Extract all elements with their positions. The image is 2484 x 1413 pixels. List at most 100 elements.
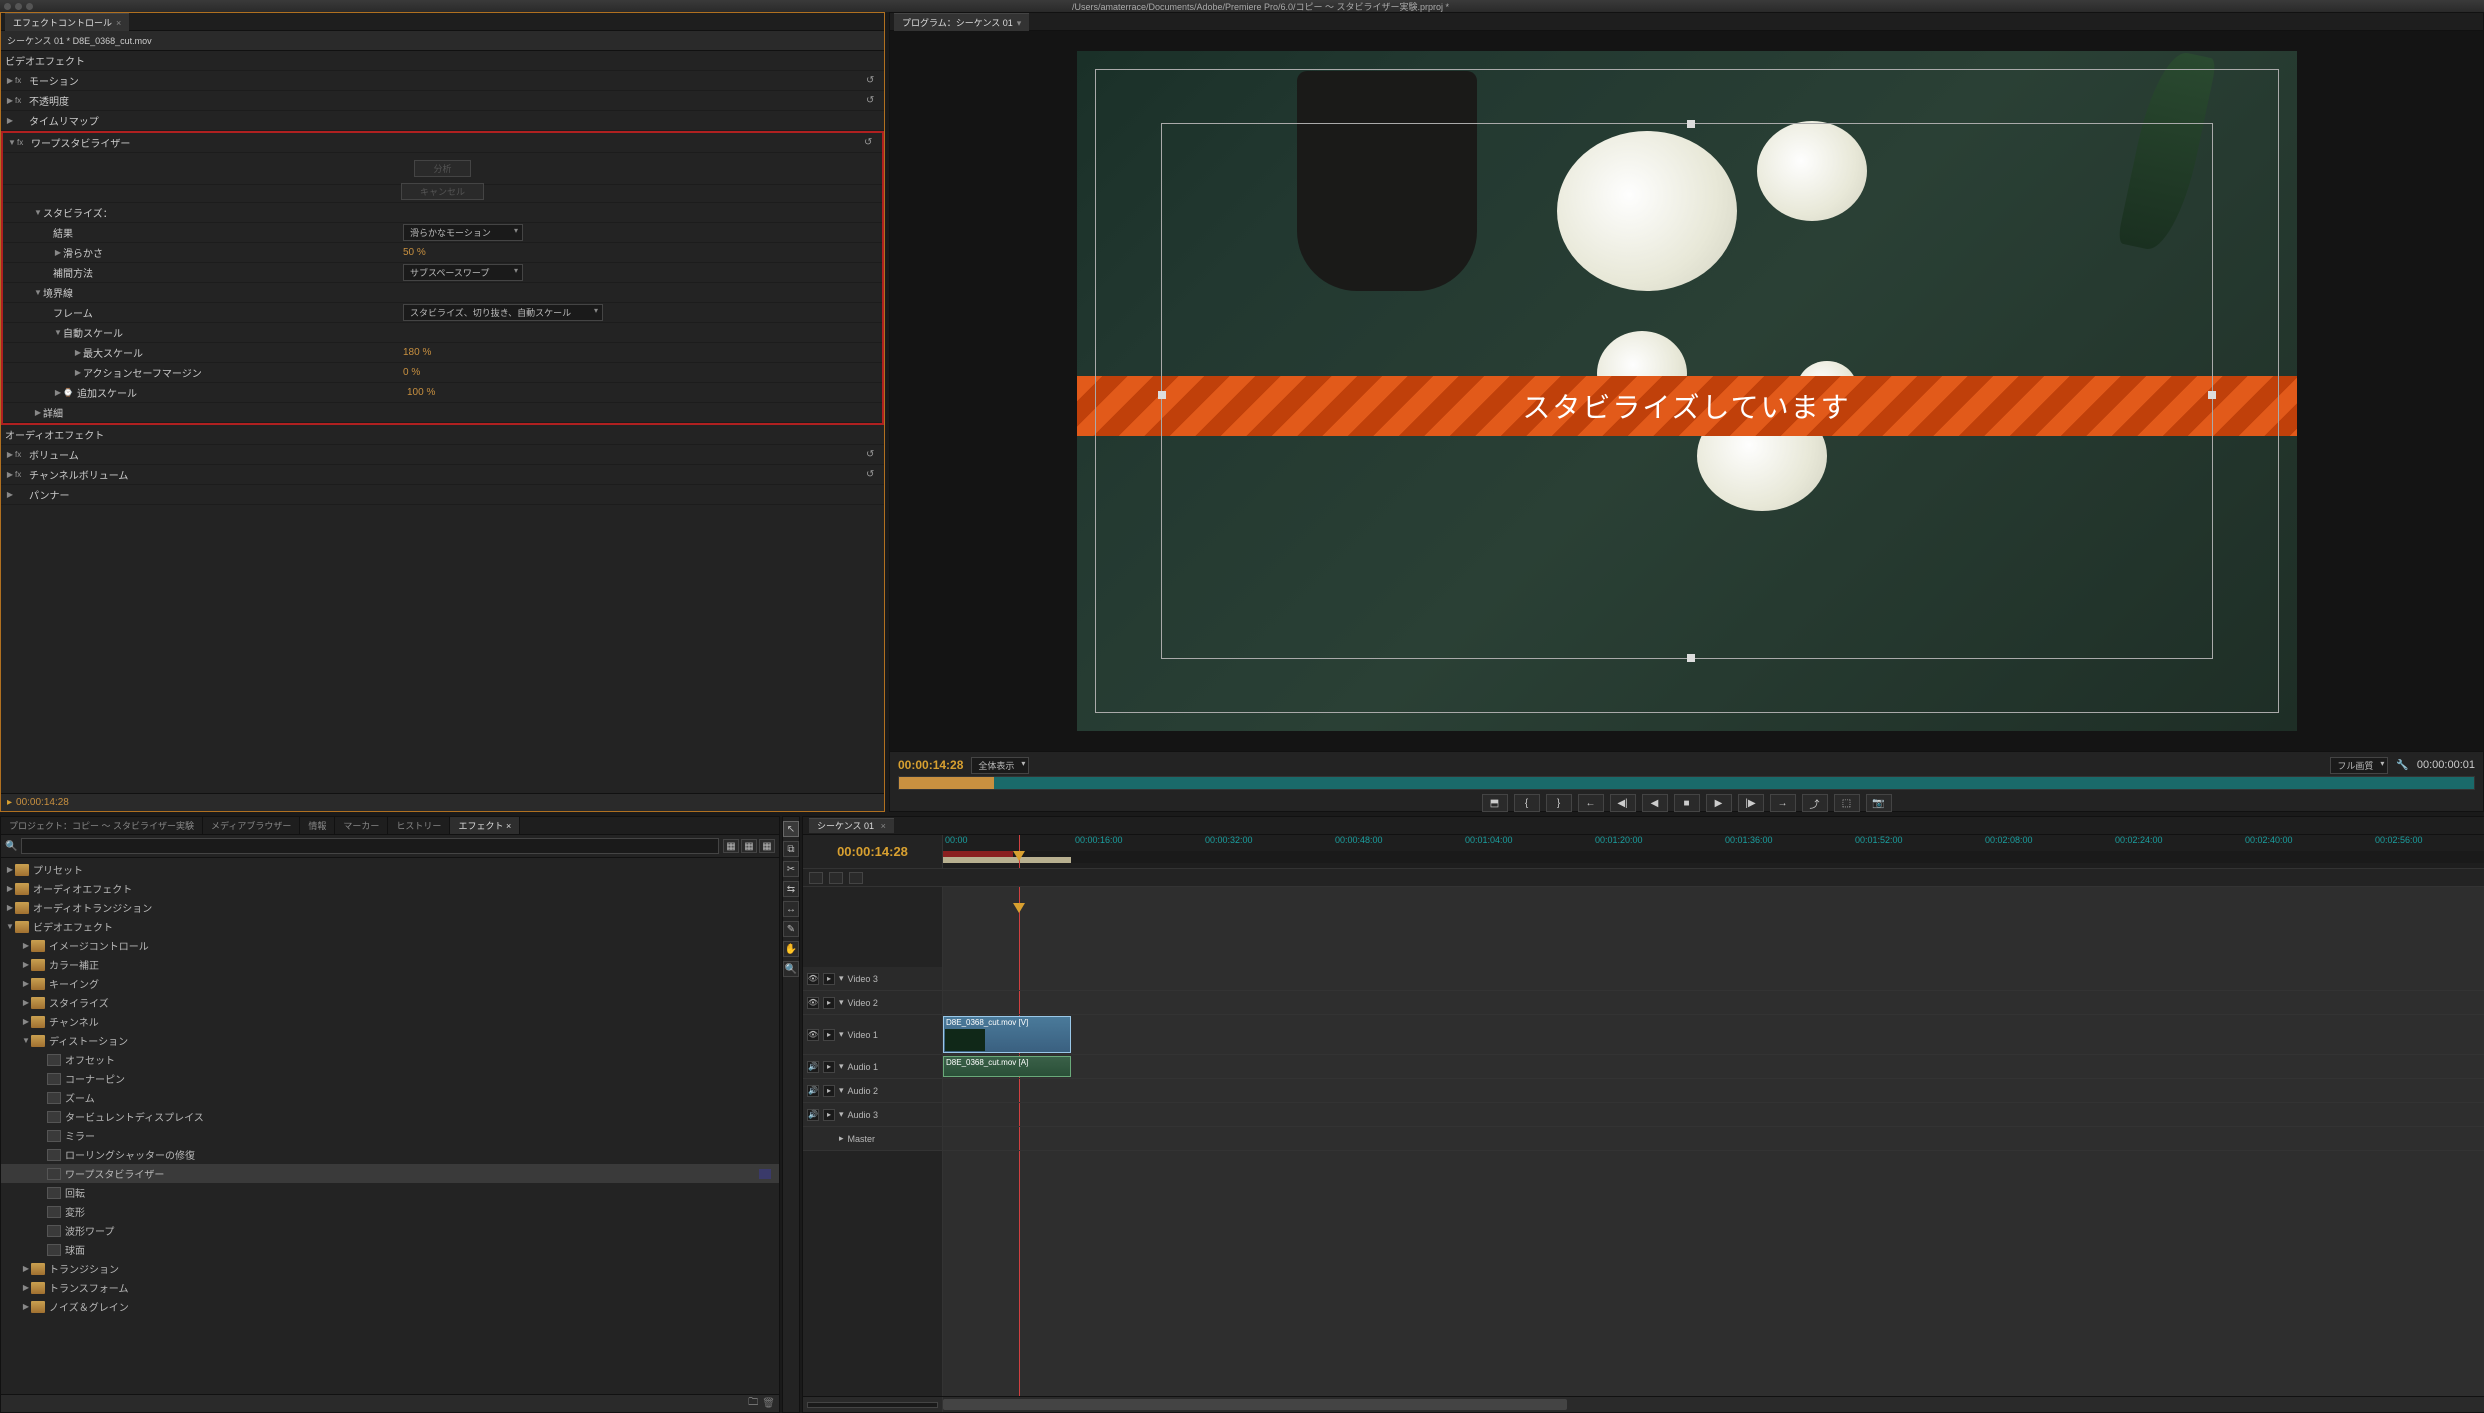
reset-icon[interactable]: ↺ bbox=[866, 449, 880, 460]
section-video-effects[interactable]: ビデオエフェクト bbox=[1, 51, 884, 71]
folder-トランスフォーム[interactable]: ▶トランスフォーム bbox=[1, 1278, 779, 1297]
step-back-button[interactable]: ◀| bbox=[1610, 794, 1636, 812]
effect-変形[interactable]: 変形 bbox=[1, 1202, 779, 1221]
track-header-master[interactable]: ▸Master bbox=[803, 1127, 942, 1151]
prop-volume[interactable]: ▶fxボリューム↺ bbox=[1, 445, 884, 465]
slip-tool[interactable]: ⇆ bbox=[783, 881, 799, 897]
tab-project[interactable]: プロジェクト：コピー 〜 スタビライザー実験 bbox=[1, 817, 203, 834]
effect-球面[interactable]: 球面 bbox=[1, 1240, 779, 1259]
effect-回転[interactable]: 回転 bbox=[1, 1183, 779, 1202]
prop-channel-volume[interactable]: ▶fxチャンネルボリューム↺ bbox=[1, 465, 884, 485]
program-scrubber[interactable] bbox=[898, 776, 2475, 790]
zoom-dropdown[interactable]: 全体表示 bbox=[971, 757, 1029, 774]
close-icon[interactable]: × bbox=[116, 18, 121, 28]
folder-オーディオトランジション[interactable]: ▶オーディオトランジション bbox=[1, 898, 779, 917]
group-detail[interactable]: ▶詳細 bbox=[3, 403, 882, 423]
trash-icon[interactable]: 🗑 bbox=[762, 1398, 775, 1409]
selection-tool[interactable]: ↖ bbox=[783, 821, 799, 837]
track-header-v2[interactable]: 👁▸▾Video 2 bbox=[803, 991, 942, 1015]
method-dropdown[interactable]: サブスペースワープ bbox=[403, 264, 523, 281]
prop-safe-margin[interactable]: ▶アクションセーフマージン0 % bbox=[3, 363, 882, 383]
folder-キーイング[interactable]: ▶キーイング bbox=[1, 974, 779, 993]
prop-warp-stabilizer[interactable]: ▼fxワープスタビライザー↺ bbox=[3, 133, 882, 153]
fx-type-icon[interactable]: ▦ bbox=[723, 839, 739, 853]
out-point-button[interactable]: } bbox=[1546, 794, 1572, 812]
hand-tool[interactable]: ✋ bbox=[783, 941, 799, 957]
extract-button[interactable]: ⬚ bbox=[1834, 794, 1860, 812]
prop-frame[interactable]: フレームスタビライズ、切り抜き、自動スケール bbox=[3, 303, 882, 323]
zoom-slider[interactable] bbox=[807, 1402, 938, 1408]
effect-オフセット[interactable]: オフセット bbox=[1, 1050, 779, 1069]
tab-media-browser[interactable]: メディアブラウザー bbox=[203, 817, 300, 834]
effect-ミラー[interactable]: ミラー bbox=[1, 1126, 779, 1145]
effects-search-input[interactable] bbox=[21, 838, 719, 854]
goto-in-button[interactable]: ← bbox=[1578, 794, 1604, 812]
effect-波形ワープ[interactable]: 波形ワープ bbox=[1, 1221, 779, 1240]
prop-panner[interactable]: ▶ パンナー bbox=[1, 485, 884, 505]
track-select-tool[interactable]: ⧉ bbox=[783, 841, 799, 857]
folder-プリセット[interactable]: ▶プリセット bbox=[1, 860, 779, 879]
track-a1[interactable]: D8E_0368_cut.mov [A] bbox=[943, 1055, 2484, 1079]
track-a2[interactable] bbox=[943, 1079, 2484, 1103]
effect-ローリングシャッターの修復[interactable]: ローリングシャッターの修復 bbox=[1, 1145, 779, 1164]
prop-add-scale[interactable]: ▶⌚追加スケール100 % bbox=[3, 383, 882, 403]
effect-ズーム[interactable]: ズーム bbox=[1, 1088, 779, 1107]
horizontal-scrollbar[interactable] bbox=[943, 1399, 1567, 1410]
settings-icon[interactable] bbox=[849, 872, 863, 884]
goto-out-button[interactable]: → bbox=[1770, 794, 1796, 812]
stop-button[interactable]: ■ bbox=[1674, 794, 1700, 812]
yuv-icon[interactable]: ▦ bbox=[741, 839, 757, 853]
marker-add-button[interactable]: ⬒ bbox=[1482, 794, 1508, 812]
effect-ワープスタビライザー[interactable]: ワープスタビライザー bbox=[1, 1164, 779, 1183]
group-border[interactable]: ▼境界線 bbox=[3, 283, 882, 303]
group-stabilize[interactable]: ▼スタビライズ： bbox=[3, 203, 882, 223]
timeline-content[interactable]: D8E_0368_cut.mov [V] D8E_0368_cut.mov [A… bbox=[943, 887, 2484, 1396]
frame-dropdown[interactable]: スタビライズ、切り抜き、自動スケール bbox=[403, 304, 603, 321]
prop-result[interactable]: 結果滑らかなモーション bbox=[3, 223, 882, 243]
tab-program[interactable]: プログラム：シーケンス 01▾ bbox=[894, 13, 1029, 31]
track-master[interactable] bbox=[943, 1127, 2484, 1151]
prop-method[interactable]: 補間方法サブスペースワープ bbox=[3, 263, 882, 283]
razor-tool[interactable]: ✂ bbox=[783, 861, 799, 877]
folder-カラー補正[interactable]: ▶カラー補正 bbox=[1, 955, 779, 974]
tab-effect-controls[interactable]: エフェクトコントロール× bbox=[5, 13, 129, 31]
timeline-ruler[interactable]: 00:0000:00:16:0000:00:32:0000:00:48:0000… bbox=[943, 835, 2484, 868]
play-button[interactable]: ▶ bbox=[1706, 794, 1732, 812]
audio-clip[interactable]: D8E_0368_cut.mov [A] bbox=[943, 1056, 1071, 1077]
folder-オーディオエフェクト[interactable]: ▶オーディオエフェクト bbox=[1, 879, 779, 898]
new-bin-icon[interactable]: 🗀 bbox=[748, 1395, 758, 1412]
play-reverse-button[interactable]: ◀ bbox=[1642, 794, 1668, 812]
folder-イメージコントロール[interactable]: ▶イメージコントロール bbox=[1, 936, 779, 955]
tab-info[interactable]: 情報 bbox=[300, 817, 335, 834]
folder-トランジション[interactable]: ▶トランジション bbox=[1, 1259, 779, 1278]
folder-ビデオエフェクト[interactable]: ▼ビデオエフェクト bbox=[1, 917, 779, 936]
track-header-a1[interactable]: 🔊▸▾Audio 1 bbox=[803, 1055, 942, 1079]
export-frame-button[interactable]: 📷 bbox=[1866, 794, 1892, 812]
reset-icon[interactable]: ↺ bbox=[866, 75, 880, 86]
track-header-a2[interactable]: 🔊▸▾Audio 2 bbox=[803, 1079, 942, 1103]
prop-motion[interactable]: ▶fxモーション↺ bbox=[1, 71, 884, 91]
effect-タービュレントディスプレイス[interactable]: タービュレントディスプレイス bbox=[1, 1107, 779, 1126]
32bit-icon[interactable]: ▦ bbox=[759, 839, 775, 853]
track-v1[interactable]: D8E_0368_cut.mov [V] bbox=[943, 1015, 2484, 1055]
pen-tool[interactable]: ✎ bbox=[783, 921, 799, 937]
marker-icon[interactable] bbox=[829, 872, 843, 884]
prop-smoothness[interactable]: ▶滑らかさ50 % bbox=[3, 243, 882, 263]
in-point-button[interactable]: { bbox=[1514, 794, 1540, 812]
snap-icon[interactable] bbox=[809, 872, 823, 884]
program-viewer[interactable]: スタビライズしています bbox=[890, 31, 2483, 751]
tab-history[interactable]: ヒストリー bbox=[388, 817, 450, 834]
track-a3[interactable] bbox=[943, 1103, 2484, 1127]
track-v3[interactable] bbox=[943, 967, 2484, 991]
wrench-icon[interactable]: 🔧 bbox=[2396, 760, 2408, 771]
work-area-bar[interactable] bbox=[943, 857, 1071, 863]
prop-time-remap[interactable]: ▶ タイムリマップ bbox=[1, 111, 884, 131]
program-timecode-left[interactable]: 00:00:14:28 bbox=[898, 758, 963, 772]
group-auto-scale[interactable]: ▼自動スケール bbox=[3, 323, 882, 343]
reset-icon[interactable]: ↺ bbox=[866, 95, 880, 106]
track-header-v1[interactable]: 👁▸▾Video 1 bbox=[803, 1015, 942, 1055]
traffic-lights[interactable] bbox=[4, 3, 33, 10]
prop-opacity[interactable]: ▶fx不透明度↺ bbox=[1, 91, 884, 111]
zoom-tool[interactable]: 🔍 bbox=[783, 961, 799, 977]
reset-icon[interactable]: ↺ bbox=[864, 137, 878, 148]
